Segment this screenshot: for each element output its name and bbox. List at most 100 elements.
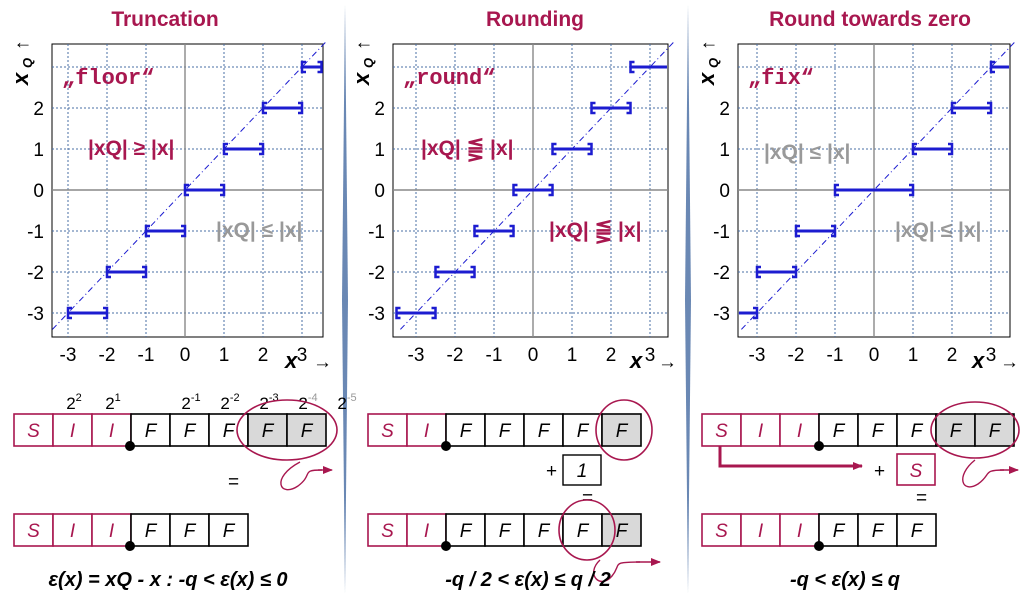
bit-label: F <box>145 521 158 542</box>
power-exponent: -2 <box>230 392 240 404</box>
power-label: 21 <box>105 392 121 413</box>
quantization-diagram: Truncation-3 -2 -1 0 1 2 3210-1-2-3x →xQ↑„floor… <box>8 4 1020 594</box>
x-tick-label: 1 <box>567 345 578 366</box>
y-tick-label: -1 <box>27 222 44 243</box>
bit-label: F <box>872 521 885 542</box>
x-tick-label: -3 <box>60 345 77 366</box>
x-tick-label: 2 <box>606 345 617 366</box>
x-axis-label: x <box>971 348 985 373</box>
bit-label: F <box>833 421 846 442</box>
x-tick-label: 1 <box>219 345 230 366</box>
x-axis-arrow: → <box>313 352 332 373</box>
x-axis-label: x <box>284 348 298 373</box>
x-axis-arrow: → <box>658 352 677 373</box>
relation-label-1-2: |xQ| ≤ |x| <box>216 219 302 242</box>
x-axis-label: x <box>629 348 643 373</box>
y-tick-label: 0 <box>374 181 385 202</box>
bit-label: F <box>911 521 924 542</box>
y-axis-arrow: ↑ <box>698 41 719 51</box>
bit-label: F <box>145 421 158 442</box>
binary-point <box>814 441 824 451</box>
y-axis-label: x <box>8 72 33 86</box>
bit-label: I <box>70 421 76 442</box>
y-tick-label: -2 <box>713 263 730 284</box>
bit-label: F <box>989 421 1002 442</box>
x-tick-label: -2 <box>99 345 116 366</box>
power-exponent: -1 <box>191 392 201 404</box>
separator-2 <box>685 4 691 594</box>
y-tick-label: 0 <box>719 181 730 202</box>
add-sign-label: S <box>910 461 923 482</box>
bit-label: F <box>223 421 236 442</box>
register-rounding-output: SIFFFFF <box>367 513 642 547</box>
error-formula-1: ε(x) = xQ - x : -q < ε(x) ≤ 0 <box>48 569 287 591</box>
binary-point <box>441 441 451 451</box>
bit-label: F <box>538 521 551 542</box>
x-tick-label: 1 <box>908 345 919 366</box>
y-tick-label: 2 <box>374 99 385 120</box>
relation-label-2-2: |xQ| ⪋ |x| <box>549 219 641 245</box>
bit-label: I <box>797 421 803 442</box>
x-tick-label: -1 <box>486 345 503 366</box>
x-tick-label: 3 <box>297 345 308 366</box>
bit-label: S <box>27 521 40 542</box>
x-tick-label: -2 <box>447 345 464 366</box>
bit-label: S <box>381 421 394 442</box>
relation-label-2-1: |xQ| ⪋ |x| <box>421 137 513 163</box>
bit-label: I <box>424 421 430 442</box>
x-tick-label: 2 <box>947 345 958 366</box>
sign-arrow-line <box>718 446 850 468</box>
error-formula-3: -q < ε(x) ≤ q <box>790 569 900 591</box>
panel-title-1: Truncation <box>111 8 218 31</box>
function-name-1: „floor“ <box>62 66 154 91</box>
bit-label: F <box>499 521 512 542</box>
bit-label: F <box>911 421 924 442</box>
y-axis-arrow: ↑ <box>12 41 33 51</box>
y-tick-label: -2 <box>27 263 44 284</box>
y-axis-subscript: Q <box>361 58 376 68</box>
y-tick-label: 2 <box>719 99 730 120</box>
register-rounding-input: SIFFFFF <box>367 413 642 447</box>
bit-label: I <box>758 521 764 542</box>
x-tick-label: -1 <box>138 345 155 366</box>
y-axis-arrow: ↑ <box>353 41 374 51</box>
y-tick-label: -1 <box>368 222 385 243</box>
plus-sign: + <box>874 461 885 482</box>
bit-label: F <box>460 421 473 442</box>
bit-label: F <box>577 421 590 442</box>
power-exponent: -5 <box>347 392 357 404</box>
x-tick-label: 3 <box>645 345 656 366</box>
power-label: 2-2 <box>220 392 239 413</box>
power-label: 22 <box>66 392 82 413</box>
y-tick-label: 1 <box>719 140 730 161</box>
y-tick-label: 1 <box>33 140 44 161</box>
bit-label: F <box>616 521 629 542</box>
bit-label: S <box>715 421 728 442</box>
curl-line <box>280 461 323 491</box>
bit-label: F <box>184 521 197 542</box>
plus-sign: + <box>546 461 557 482</box>
bit-label: F <box>301 421 314 442</box>
x-tick-label: -3 <box>749 345 766 366</box>
curl-line <box>962 459 1005 488</box>
bit-label: F <box>616 421 629 442</box>
bit-label: F <box>262 421 275 442</box>
y-tick-label: -3 <box>368 304 385 325</box>
function-name-2: „round“ <box>403 66 495 91</box>
y-axis-subscript: Q <box>706 58 721 68</box>
equals-sign: = <box>228 472 239 493</box>
function-name-3: „fix“ <box>748 66 814 91</box>
bit-label: F <box>499 421 512 442</box>
power-exponent: 2 <box>76 392 82 404</box>
bit-label: I <box>424 521 430 542</box>
register-fix-input: SIIFFFFF <box>701 413 1015 447</box>
y-tick-label: -2 <box>368 263 385 284</box>
panel-title-3: Round towards zero <box>769 8 971 31</box>
register-truncation-input: SIIFFFFF <box>13 413 327 447</box>
relation-label-3-1: |xQ| ≤ |x| <box>764 141 850 164</box>
bit-label: I <box>109 521 115 542</box>
y-tick-label: -1 <box>713 222 730 243</box>
bit-label: S <box>27 421 40 442</box>
binary-point <box>125 541 135 551</box>
bit-label: I <box>109 421 115 442</box>
